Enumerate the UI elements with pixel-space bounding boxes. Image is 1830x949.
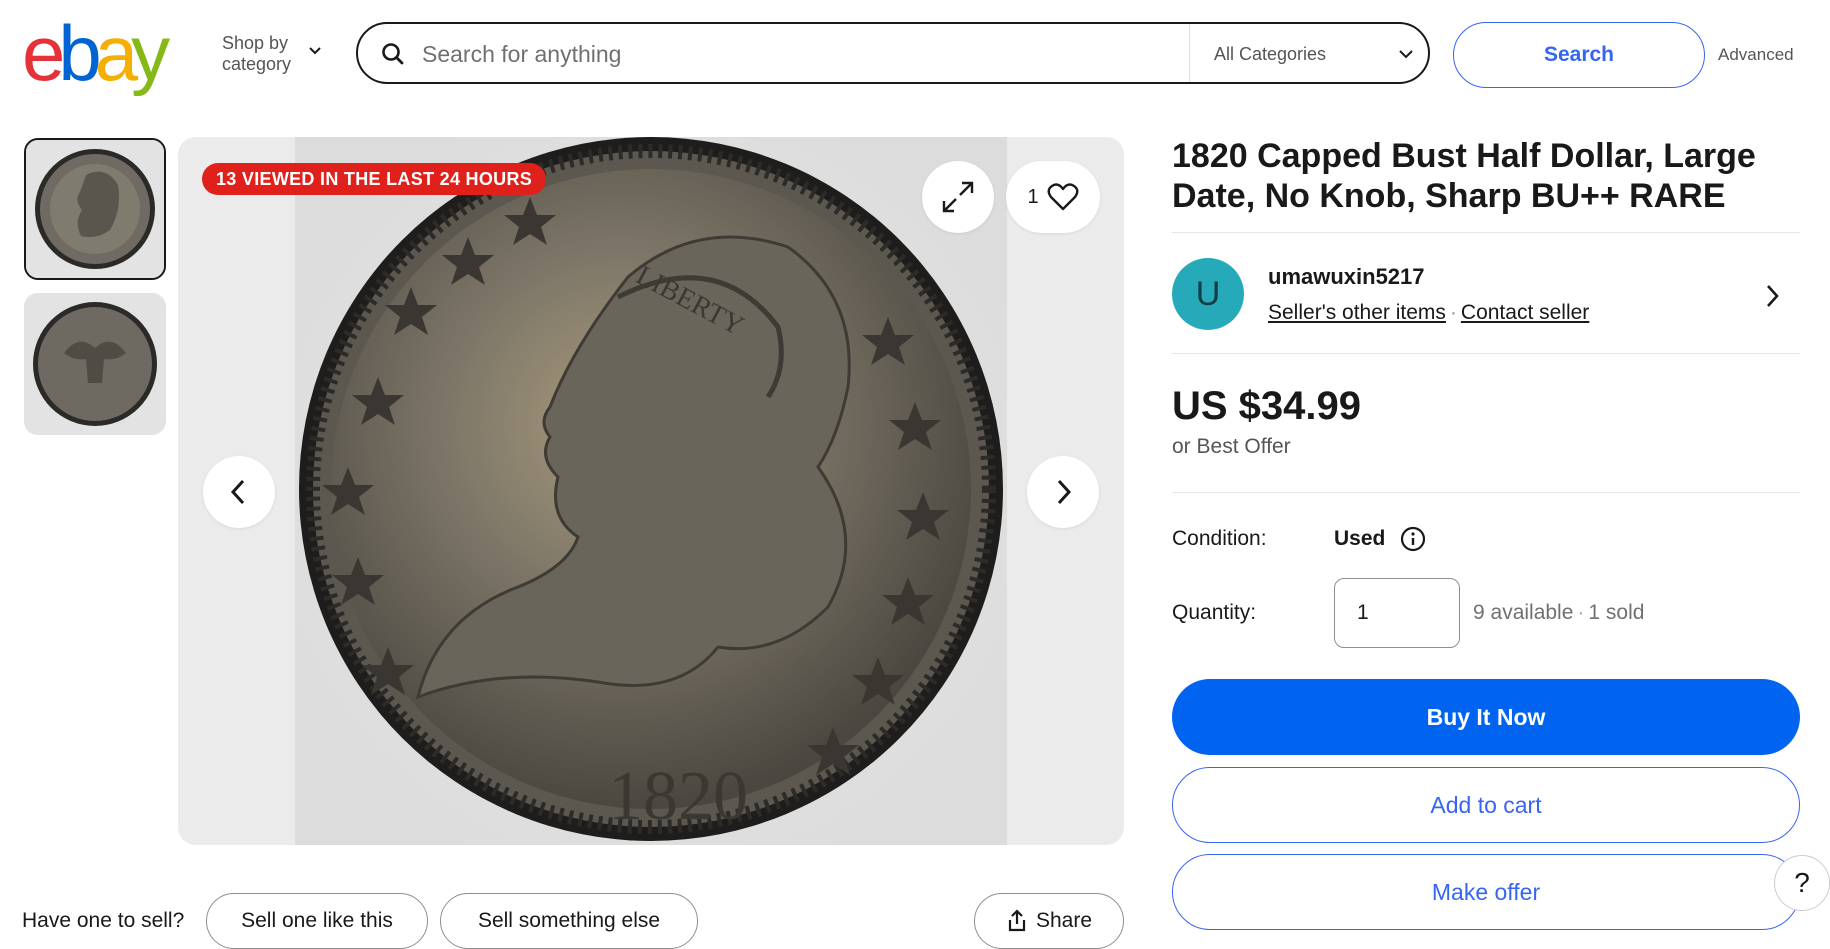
chevron-down-icon[interactable] (1398, 48, 1414, 60)
chevron-down-icon (309, 47, 321, 55)
sellers-other-items-link[interactable]: Seller's other items (1268, 301, 1446, 324)
main-product-image[interactable]: 1820 LIBERTY (178, 137, 1124, 845)
shop-by-category-button[interactable]: Shop by category (222, 33, 291, 75)
share-label: Share (1035, 909, 1093, 932)
seller-links: Seller's other items · Contact seller (1268, 301, 1589, 325)
advanced-search-link[interactable]: Advanced (1718, 45, 1794, 65)
coin-obverse-thumb-icon (26, 140, 164, 278)
sold-count: 1 sold (1588, 601, 1645, 624)
sell-one-like-this-button[interactable]: Sell one like this (206, 893, 428, 949)
coin-year-text: 1820 (608, 758, 748, 835)
expand-image-button[interactable] (922, 161, 994, 233)
search-button[interactable]: Search (1453, 22, 1705, 88)
quantity-input[interactable] (1334, 578, 1460, 648)
search-input[interactable] (420, 28, 1184, 80)
condition-value: Used (1334, 527, 1386, 550)
chevron-right-icon[interactable] (1764, 282, 1780, 310)
info-icon[interactable] (1400, 526, 1426, 552)
price: US $34.99 (1172, 384, 1362, 428)
category-divider (1189, 24, 1190, 82)
heart-icon (1047, 183, 1079, 211)
add-to-cart-button[interactable]: Add to cart (1172, 767, 1800, 843)
available-count: 9 available (1473, 601, 1574, 624)
seller-avatar[interactable]: U (1172, 258, 1244, 330)
quantity-label: Quantity: (1172, 601, 1257, 624)
coin-reverse-thumb-icon (24, 293, 166, 435)
chevron-left-icon (230, 479, 245, 505)
help-button[interactable]: ? (1774, 855, 1830, 911)
favorites-count: 1 (1027, 185, 1039, 208)
divider (1172, 492, 1800, 493)
coin-image: 1820 LIBERTY (178, 137, 1124, 845)
contact-seller-link[interactable]: Contact seller (1461, 301, 1589, 324)
previous-image-button[interactable] (203, 456, 275, 528)
next-image-button[interactable] (1027, 456, 1099, 528)
separator-dot: · (1449, 301, 1457, 324)
seller-name[interactable]: umawuxin5217 (1268, 264, 1425, 290)
share-button[interactable]: Share (974, 893, 1124, 949)
make-offer-button[interactable]: Make offer (1172, 854, 1800, 930)
quantity-availability: 9 available · 1 sold (1473, 601, 1644, 625)
have-one-to-sell-text: Have one to sell? (22, 909, 185, 932)
divider (1172, 353, 1800, 354)
category-select[interactable]: All Categories (1214, 44, 1326, 65)
buy-it-now-button[interactable]: Buy It Now (1172, 679, 1800, 755)
search-icon (382, 43, 404, 65)
condition-label: Condition: (1172, 527, 1267, 550)
separator-dot: · (1577, 601, 1585, 624)
thumbnail-obverse[interactable] (24, 138, 166, 280)
sell-something-else-button[interactable]: Sell something else (440, 893, 698, 949)
share-icon (1008, 909, 1026, 932)
watchlist-button[interactable]: 1 (1006, 161, 1100, 233)
divider (1172, 232, 1800, 233)
best-offer-text: or Best Offer (1172, 435, 1291, 458)
expand-icon (942, 181, 974, 213)
chevron-right-icon (1057, 479, 1072, 505)
listing-title: 1820 Capped Bust Half Dollar, Large Date… (1172, 137, 1756, 215)
ebay-logo[interactable]: ebay (22, 12, 170, 92)
viewed-badge: 13 VIEWED IN THE LAST 24 HOURS (202, 163, 547, 195)
thumbnail-reverse[interactable] (24, 293, 166, 435)
